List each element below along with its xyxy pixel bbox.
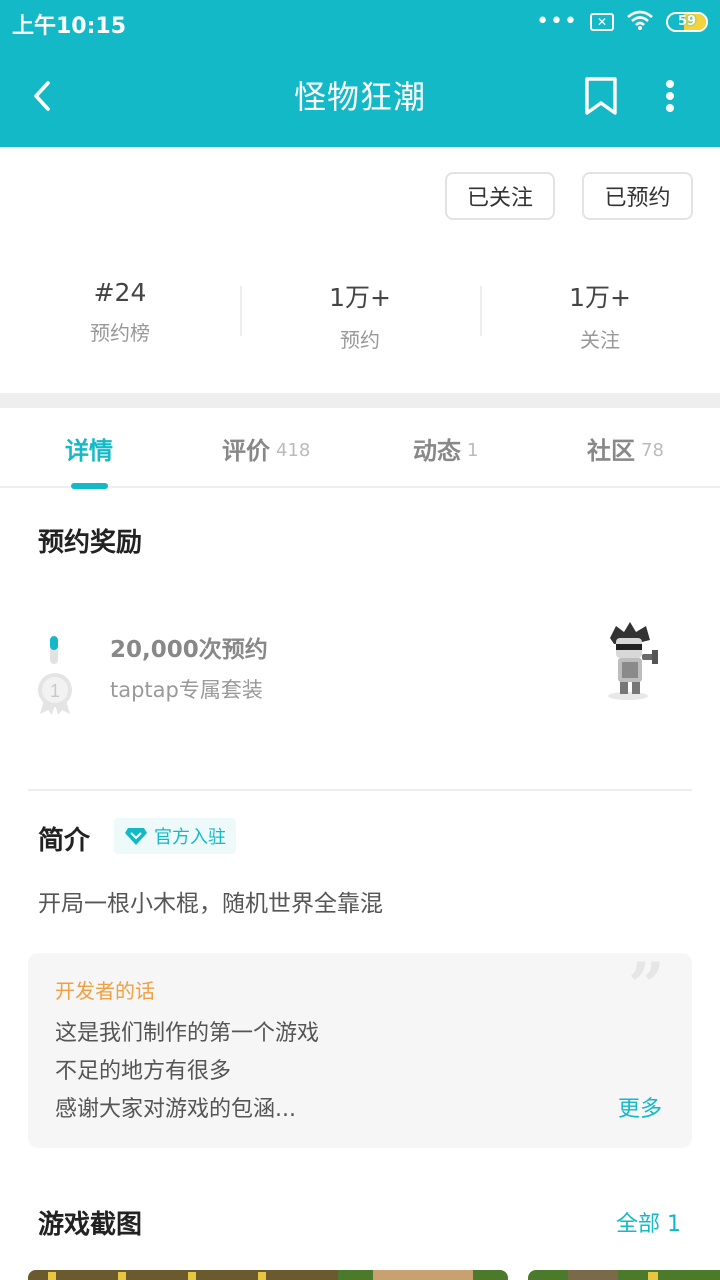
- status-icons: ••• ✕ 59: [536, 10, 708, 34]
- tab-updates[interactable]: 动态 1: [413, 408, 478, 488]
- tab-count: 418: [276, 439, 311, 461]
- bookmark-button[interactable]: [582, 74, 620, 118]
- notification-dots-icon: •••: [536, 9, 578, 34]
- tab-bar: 详情 评价 418 动态 1 社区 78: [0, 408, 720, 488]
- tab-label: 详情: [65, 436, 113, 465]
- wifi-icon: [626, 9, 654, 35]
- screenshot-image: [28, 1270, 508, 1280]
- stat-label: 关注: [580, 328, 620, 352]
- more-link[interactable]: 更多: [618, 1091, 662, 1123]
- tab-count: 1: [467, 439, 479, 461]
- tab-reviews[interactable]: 评价 418: [222, 408, 310, 488]
- section-divider: [0, 393, 720, 408]
- stats-row: #24 预约榜 1万+ 预约 1万+ 关注: [0, 272, 720, 352]
- status-time: 上午10:15: [12, 14, 127, 39]
- more-button[interactable]: [654, 74, 686, 118]
- developer-note-title: 开发者的话: [55, 979, 155, 1003]
- medal-number: 1: [50, 681, 60, 701]
- stat-value: 1万+: [329, 283, 391, 312]
- developer-note-line: 不足的地方有很多: [55, 1059, 232, 1084]
- no-sim-icon: ✕: [590, 13, 614, 31]
- battery-icon: 59: [666, 12, 708, 32]
- tab-details[interactable]: 详情: [65, 408, 113, 488]
- reward-description: taptap专属套装: [110, 678, 263, 702]
- reward-progress: [50, 636, 58, 664]
- back-arrow-icon: [34, 81, 50, 111]
- official-badge: 官方入驻: [114, 818, 236, 854]
- stat-reservations: 1万+ 预约: [240, 272, 480, 352]
- battery-percent: 59: [677, 14, 697, 29]
- tab-label: 评价: [222, 436, 270, 465]
- reserve-button[interactable]: 已预约: [582, 172, 693, 220]
- tab-indicator: [71, 483, 108, 489]
- tab-community[interactable]: 社区 78: [587, 408, 664, 488]
- developer-note-line: 感谢大家对游戏的包涵...: [55, 1097, 296, 1122]
- stat-followers: 1万+ 关注: [480, 272, 720, 352]
- reward-costume-image: [608, 622, 658, 700]
- diamond-icon: [125, 828, 147, 845]
- stat-ranking[interactable]: #24 预约榜: [0, 272, 240, 352]
- screenshot-thumbnail[interactable]: [28, 1270, 508, 1280]
- screenshots-section-title: 游戏截图: [38, 1210, 143, 1240]
- screenshot-thumbnail[interactable]: [528, 1270, 720, 1280]
- follow-button[interactable]: 已关注: [445, 172, 555, 220]
- back-button[interactable]: [22, 74, 62, 118]
- bookmark-icon: [585, 77, 617, 115]
- tab-count: 78: [641, 439, 664, 461]
- stat-value: 1万+: [569, 283, 631, 312]
- tab-label: 动态: [413, 436, 461, 465]
- reward-milestone: 20,000次预约: [110, 637, 268, 663]
- reward-item[interactable]: 1 20,000次预约 taptap专属套装: [28, 620, 692, 730]
- section-divider-line: [28, 789, 692, 791]
- quote-icon: ”: [628, 949, 665, 1024]
- intro-section-title: 简介: [38, 826, 91, 856]
- screenshots-all-link[interactable]: 全部 1: [616, 1206, 681, 1238]
- screenshot-image: [528, 1270, 720, 1280]
- tab-label: 社区: [587, 436, 635, 465]
- developer-note[interactable]: ” 开发者的话 这是我们制作的第一个游戏 不足的地方有很多 感谢大家对游戏的包涵…: [28, 949, 692, 1148]
- app-bar: 上午10:15 ••• ✕ 59 怪物狂潮: [0, 0, 720, 147]
- intro-text: 开局一根小木棍，随机世界全靠混: [38, 891, 383, 917]
- developer-note-line: 这是我们制作的第一个游戏: [55, 1021, 320, 1046]
- more-vertical-icon: [666, 80, 674, 112]
- reward-progress-fill: [50, 636, 58, 650]
- stat-label: 预约榜: [90, 321, 150, 345]
- status-bar: 上午10:15 ••• ✕ 59: [0, 0, 720, 44]
- official-badge-label: 官方入驻: [154, 827, 226, 848]
- reward-section-title: 预约奖励: [38, 528, 143, 558]
- stat-label: 预约: [340, 328, 380, 352]
- stat-value: #24: [93, 278, 147, 307]
- medal-icon: 1: [38, 673, 72, 715]
